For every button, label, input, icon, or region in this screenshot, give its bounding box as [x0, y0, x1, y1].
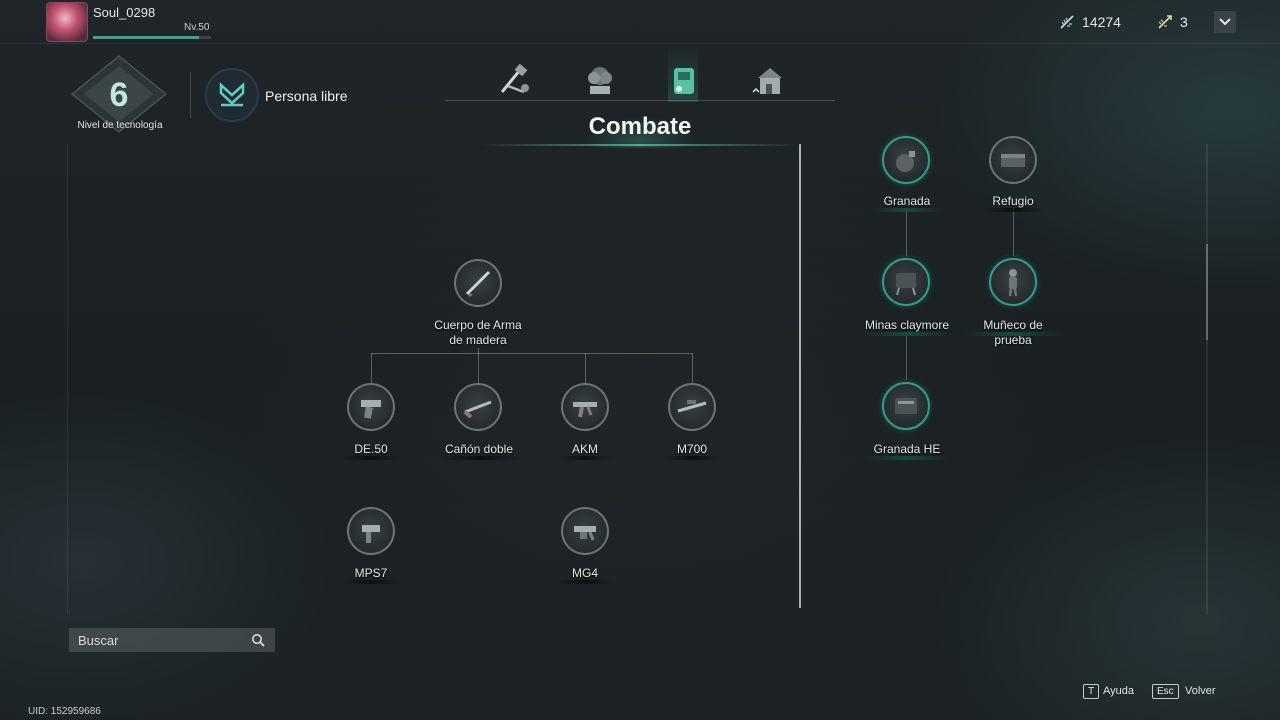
persona-label: Persona libre [265, 88, 348, 104]
he-grenade-icon [895, 398, 917, 414]
tree-connector [692, 353, 693, 383]
search-input[interactable] [69, 628, 275, 652]
combat-gear-icon [674, 68, 694, 94]
label-underline [341, 580, 401, 584]
tech-node-he-grenade[interactable] [882, 382, 930, 430]
tree-connector [478, 353, 479, 383]
tech-level-label: Nivel de tecnología [77, 120, 163, 131]
persona-button[interactable] [205, 68, 259, 122]
sniper-rifle-icon [677, 400, 707, 413]
label-underline [983, 208, 1043, 212]
tech-node-label: Refugio [992, 194, 1034, 208]
rifle-icon [465, 270, 491, 297]
tech-node-grenade[interactable] [882, 136, 930, 184]
tech-node-label: AKM [571, 442, 598, 456]
arrow-token-icon [1158, 15, 1172, 29]
shelter-icon [1001, 154, 1025, 167]
tech-node-m700[interactable] [668, 383, 716, 431]
shotgun-icon [463, 400, 492, 419]
plant-icon [588, 67, 612, 94]
help-key-hint[interactable]: T [1083, 684, 1100, 699]
tech-node-wooden-gun-body[interactable] [454, 259, 502, 307]
tab-building[interactable] [748, 60, 788, 100]
tree-connector [906, 332, 907, 380]
label-underline [862, 332, 952, 336]
assault-rifle-icon [573, 402, 597, 418]
label-underline [963, 332, 1063, 336]
label-underline [872, 208, 942, 212]
claymore-icon [896, 273, 916, 296]
tech-node-label: Minas claymore [864, 318, 950, 332]
tree-connector [371, 353, 693, 354]
scrollbar-track[interactable] [1206, 144, 1208, 614]
tech-node-label: Granada [883, 194, 931, 208]
tech-node-de50[interactable] [347, 383, 395, 431]
back-label[interactable]: Volver [1185, 685, 1216, 697]
xp-bar [93, 36, 211, 39]
tech-node-label-text: Cuerpo de Arma de madera [434, 318, 522, 347]
tech-node-label: MG4 [571, 566, 598, 580]
avatar[interactable] [46, 2, 88, 42]
dummy-icon [1008, 269, 1018, 297]
tab-farming[interactable] [580, 60, 620, 100]
tech-level-number: 6 [109, 76, 129, 114]
scrollbar-thumb[interactable] [1206, 244, 1208, 340]
tree-connector [585, 353, 586, 383]
label-underline [438, 456, 520, 460]
panel-border [67, 144, 68, 614]
machine-gun-icon [574, 526, 596, 541]
tools-icon [500, 63, 529, 94]
back-key-hint[interactable]: Esc [1152, 684, 1179, 699]
tree-connector [1013, 208, 1014, 256]
category-title: Combate [588, 113, 692, 140]
tech-node-claymore[interactable] [882, 258, 930, 306]
label-underline [662, 456, 722, 460]
player-name: Soul_0298 [93, 5, 156, 20]
tab-tools[interactable] [494, 60, 534, 100]
chevron-down-icon [1219, 18, 1231, 26]
building-icon [752, 68, 782, 94]
help-label[interactable]: Ayuda [1103, 685, 1134, 697]
label-underline [557, 456, 613, 460]
tree-connector [906, 208, 907, 256]
label-underline [867, 456, 947, 460]
divider [190, 72, 191, 118]
pistol-icon [361, 400, 381, 419]
tech-node-label: Granada HE [873, 442, 941, 456]
label-underline [557, 580, 613, 584]
tech-node-label: Cañón doble [444, 442, 514, 456]
currency-value: 14274 [1082, 14, 1121, 30]
tech-node-label: DE.50 [354, 442, 388, 456]
tech-node-label: MPS7 [354, 566, 388, 580]
tree-connector [371, 353, 372, 383]
panel-divider [799, 144, 801, 608]
search-icon[interactable] [251, 633, 265, 647]
smg-icon [362, 525, 380, 543]
tech-node-double-barrel[interactable] [454, 383, 502, 431]
player-level: Nv.50 [184, 22, 210, 33]
tech-node-mps7[interactable] [347, 507, 395, 555]
grenade-icon [896, 151, 915, 172]
tech-node-label: M700 [676, 442, 708, 456]
tech-node-akm[interactable] [561, 383, 609, 431]
tab-combat[interactable] [664, 60, 704, 100]
currency-value: 3 [1180, 14, 1188, 30]
uid-label: UID: 152959686 [28, 706, 101, 717]
feather-currency-icon [1060, 15, 1074, 29]
tech-node-shelter[interactable] [989, 136, 1037, 184]
tech-node-mg4[interactable] [561, 507, 609, 555]
tech-node-training-dummy[interactable] [989, 258, 1037, 306]
persona-emblem-icon [219, 82, 245, 107]
xp-bar-fill [93, 36, 200, 39]
title-underline [480, 144, 800, 146]
tech-node-label: Cuerpo de Arma de madera [408, 318, 548, 348]
dropdown-menu-button[interactable] [1214, 11, 1236, 33]
label-underline [341, 456, 401, 460]
